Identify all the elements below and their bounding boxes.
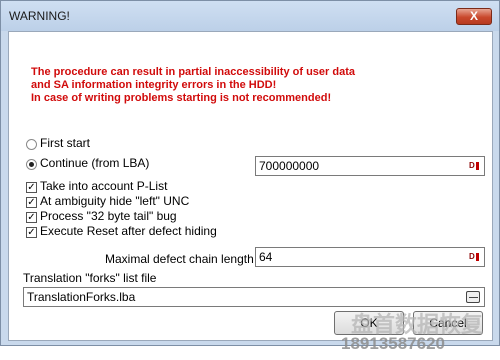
- execute-reset-checkbox[interactable]: ✓: [26, 227, 37, 238]
- defect-chain-value: 64: [259, 250, 273, 264]
- defect-chain-label: Maximal defect chain length: [105, 252, 254, 266]
- watermark-phone: 18913587620: [341, 334, 446, 353]
- folder-browse-icon[interactable]: [466, 291, 480, 303]
- defect-chain-input[interactable]: 64 D: [255, 247, 485, 267]
- warning-text-line-2: and SA information integrity errors in t…: [31, 79, 277, 91]
- forks-file-value: TranslationForks.lba: [27, 290, 136, 304]
- hex-toggle-icon[interactable]: D: [469, 161, 481, 171]
- title-bar[interactable]: WARNING! X: [1, 1, 499, 31]
- forks-file-input[interactable]: TranslationForks.lba: [23, 287, 485, 307]
- execute-reset-label[interactable]: Execute Reset after defect hiding: [40, 224, 217, 238]
- forks-file-label: Translation "forks" list file: [23, 271, 157, 285]
- hex-toggle-icon-2[interactable]: D: [469, 252, 481, 262]
- first-start-label[interactable]: First start: [40, 136, 90, 150]
- plist-label[interactable]: Take into account P-List: [40, 179, 167, 193]
- hide-left-unc-checkbox[interactable]: ✓: [26, 197, 37, 208]
- close-button[interactable]: X: [456, 8, 492, 25]
- dialog-body: The procedure can result in partial inac…: [8, 31, 493, 341]
- tail-bug-label[interactable]: Process "32 byte tail" bug: [40, 209, 177, 223]
- continue-label[interactable]: Continue (from LBA): [40, 156, 149, 170]
- continue-radio[interactable]: [26, 159, 37, 170]
- window-title: WARNING!: [9, 9, 70, 23]
- lba-input[interactable]: 700000000 D: [255, 156, 485, 176]
- warning-text-line-3: In case of writing problems starting is …: [31, 92, 332, 104]
- plist-checkbox[interactable]: ✓: [26, 182, 37, 193]
- tail-bug-checkbox[interactable]: ✓: [26, 212, 37, 223]
- warning-dialog: WARNING! X The procedure can result in p…: [0, 0, 500, 353]
- warning-text-line-1: The procedure can result in partial inac…: [31, 66, 355, 78]
- first-start-radio[interactable]: [26, 139, 37, 150]
- lba-value: 700000000: [259, 159, 320, 173]
- hide-left-unc-label[interactable]: At ambiguity hide "left" UNC: [40, 194, 189, 208]
